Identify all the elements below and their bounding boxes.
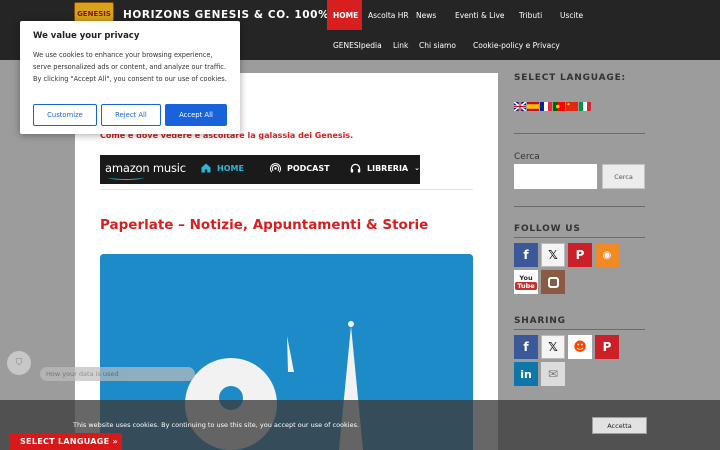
amazon-home-label: HOME (217, 163, 244, 173)
english-flag-icon[interactable] (514, 102, 526, 111)
reject-all-button[interactable]: Reject All (101, 104, 161, 126)
linkedin-share-icon[interactable]: in (514, 362, 538, 386)
search-button[interactable]: Cerca (602, 164, 645, 189)
main-nav-row-2: GENESIpedia Link Chi siamo Cookie-policy… (327, 30, 583, 60)
search-label: Cerca (514, 152, 540, 162)
post-title[interactable]: Paperlate – Notizie, Appuntamenti & Stor… (100, 217, 428, 233)
x-share-icon[interactable]: 𝕏 (541, 335, 565, 359)
home-icon (201, 163, 211, 173)
cookie-dialog-text: We use cookies to enhance your browsing … (33, 51, 227, 83)
amazon-music-logo: amazon music (105, 161, 186, 175)
nav-cookie-policy[interactable]: Cookie-policy e Privacy (473, 30, 583, 60)
pinterest-icon[interactable]: P (568, 243, 592, 267)
amazon-home-link[interactable]: HOME (201, 163, 244, 173)
amazon-podcast-label: PODCAST (287, 164, 330, 173)
select-language-button[interactable]: SELECT LANGUAGE » (10, 433, 122, 450)
nav-eventi-live[interactable]: Eventi & Live (455, 0, 519, 30)
nav-genesipedia[interactable]: GENESIpedia (327, 30, 393, 60)
facebook-share-icon[interactable]: f (514, 335, 538, 359)
nav-news[interactable]: News (413, 0, 455, 30)
chevron-down-icon: ⌄ (414, 164, 420, 172)
podcast-icon (270, 163, 281, 173)
logo-text: GENESIS (77, 10, 111, 18)
how-data-used-label: How your data is used (46, 370, 119, 378)
accetta-button[interactable]: Accetta (592, 417, 647, 434)
sidebar-divider (514, 329, 645, 330)
how-data-used-pill[interactable]: How your data is used (40, 367, 195, 381)
facebook-icon[interactable]: f (514, 243, 538, 267)
x-icon[interactable]: 𝕏 (541, 243, 565, 267)
instagram-icon[interactable] (541, 270, 565, 294)
cookie-notice-text: This website uses cookies. By continuing… (73, 421, 360, 429)
cookie-dialog-title: We value your privacy (33, 31, 140, 41)
amazon-smile-icon (108, 175, 144, 180)
amazon-libreria-label: LIBRERIA (367, 163, 409, 173)
divider (100, 189, 473, 190)
select-language-heading: SELECT LANGUAGE: (514, 73, 626, 83)
nav-tributi[interactable]: Tributi (519, 0, 560, 30)
follow-us-heading: FOLLOW US (514, 224, 581, 234)
sidebar-divider (514, 237, 645, 238)
nav-home[interactable]: HOME (327, 0, 362, 30)
chinese-flag-icon[interactable] (566, 102, 578, 111)
spanish-flag-icon[interactable] (527, 102, 539, 111)
accept-all-button[interactable]: Accept All (165, 104, 227, 126)
search-input[interactable] (514, 164, 597, 189)
amazon-music-banner[interactable]: amazon music HOME PODCAST LIBRERIA ⌄ (100, 155, 420, 184)
nav-uscite[interactable]: Uscite (560, 0, 600, 30)
portuguese-flag-icon[interactable] (553, 102, 565, 111)
sidebar-divider (514, 206, 645, 207)
sidebar-divider (514, 133, 645, 134)
sharing-heading: SHARING (514, 316, 566, 326)
privacy-shield-icon[interactable]: ⛉ (7, 351, 31, 375)
nav-chi-siamo[interactable]: Chi siamo (419, 30, 473, 60)
customize-button[interactable]: Customize (33, 104, 97, 126)
nav-link[interactable]: Link (393, 30, 419, 60)
amazon-libreria-link[interactable]: LIBRERIA ⌄ (350, 163, 420, 173)
main-nav-row-1: HOME Ascolta HR News Eventi & Live Tribu… (327, 0, 600, 30)
youtube-icon[interactable]: You Tube (514, 270, 538, 294)
french-flag-icon[interactable] (540, 102, 552, 111)
italian-flag-icon[interactable] (579, 102, 591, 111)
rss-icon[interactable]: ◉ (595, 243, 619, 267)
cookie-consent-dialog: We value your privacy We use cookies to … (20, 21, 240, 134)
amazon-podcast-link[interactable]: PODCAST (270, 163, 330, 174)
pinterest-share-icon[interactable]: P (595, 335, 619, 359)
site-title[interactable]: HORIZONS GENESIS & CO. 100% (123, 9, 329, 21)
language-flags (514, 102, 591, 111)
headphones-icon (350, 163, 361, 173)
reddit-share-icon[interactable]: ☻ (568, 335, 592, 359)
email-share-icon[interactable]: ✉ (541, 362, 565, 386)
nav-ascolta-hr[interactable]: Ascolta HR (362, 0, 413, 30)
